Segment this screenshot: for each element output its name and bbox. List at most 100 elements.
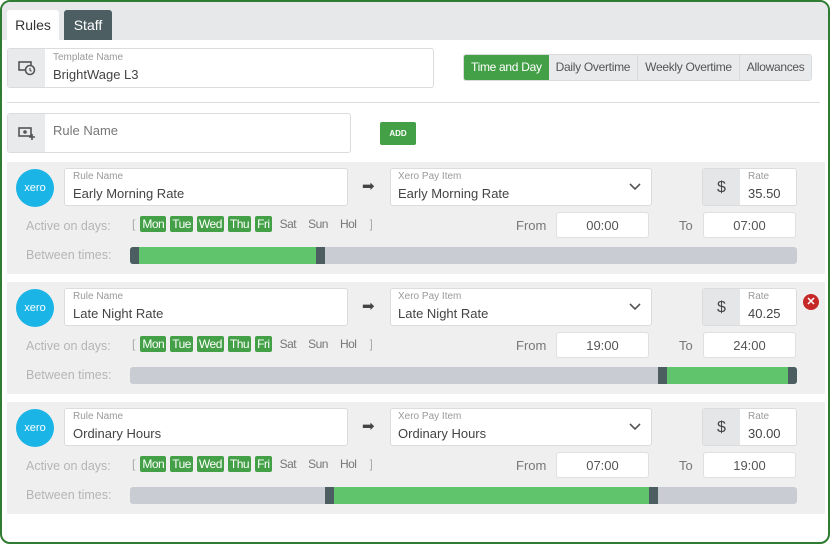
rule-card: xero Rule Name Ordinary Hours ➡ Xero Pay… bbox=[7, 402, 825, 514]
chevron-down-icon bbox=[629, 180, 641, 194]
new-rule-name-input[interactable]: Rule Name bbox=[7, 113, 351, 153]
day-toggle-hol[interactable]: Hol bbox=[336, 456, 361, 472]
day-toggle-fri[interactable]: Fri bbox=[255, 336, 272, 352]
to-time-input[interactable]: 24:00 bbox=[703, 332, 796, 358]
rate-input[interactable]: $ Rate 35.50 bbox=[702, 168, 797, 206]
day-toggle-wed[interactable]: Wed bbox=[196, 336, 224, 352]
template-name-field[interactable]: Template Name BrightWage L3 bbox=[7, 48, 434, 88]
start-handle[interactable] bbox=[130, 247, 139, 264]
from-label: From bbox=[516, 338, 547, 353]
from-time-input[interactable]: 00:00 bbox=[556, 212, 649, 238]
time-range-slider[interactable] bbox=[130, 487, 797, 504]
from-label: From bbox=[516, 218, 547, 233]
between-times-label: Between times: bbox=[26, 248, 112, 262]
rule-name-value: Early Morning Rate bbox=[73, 186, 185, 201]
rule-type-daily-overtime[interactable]: Daily Overtime bbox=[548, 55, 638, 80]
rule-name-label: Rule Name bbox=[73, 291, 124, 302]
bracket-close: ] bbox=[369, 337, 373, 351]
day-toggle-fri[interactable]: Fri bbox=[255, 456, 272, 472]
day-toggle-thu[interactable]: Thu bbox=[227, 336, 252, 352]
pay-item-label: Xero Pay Item bbox=[398, 291, 462, 302]
add-button[interactable]: ADD bbox=[380, 122, 416, 145]
pay-item-select[interactable]: Xero Pay Item Ordinary Hours bbox=[390, 408, 652, 446]
pay-item-select[interactable]: Xero Pay Item Late Night Rate bbox=[390, 288, 652, 326]
bracket-open: [ bbox=[132, 337, 136, 351]
delete-rule-icon[interactable]: ✕ bbox=[803, 294, 819, 310]
time-range-slider[interactable] bbox=[130, 247, 797, 264]
day-toggle-mon[interactable]: Mon bbox=[140, 216, 167, 232]
chevron-down-icon bbox=[629, 300, 641, 314]
tab-rules[interactable]: Rules bbox=[7, 10, 59, 40]
active-days-label: Active on days: bbox=[26, 339, 111, 353]
rule-name-input[interactable]: Rule Name Ordinary Hours bbox=[64, 408, 348, 446]
rate-label: Rate bbox=[748, 291, 770, 302]
end-handle[interactable] bbox=[315, 247, 325, 264]
day-toggle-mon[interactable]: Mon bbox=[140, 336, 167, 352]
rules-editor: Rules Staff Template Name BrightWage L3 … bbox=[0, 0, 830, 544]
day-toggle-tue[interactable]: Tue bbox=[170, 216, 193, 232]
day-toggle-sat[interactable]: Sat bbox=[276, 456, 301, 472]
rule-name-value: Late Night Rate bbox=[73, 306, 164, 321]
to-label: To bbox=[679, 218, 693, 233]
rate-value: 35.50 bbox=[748, 186, 781, 201]
to-time-input[interactable]: 07:00 bbox=[703, 212, 796, 238]
arrow-right-icon: ➡ bbox=[362, 418, 375, 435]
chevron-down-icon bbox=[629, 420, 641, 434]
rate-input[interactable]: $ Rate 40.25 bbox=[702, 288, 797, 326]
rule-type-weekly-overtime[interactable]: Weekly Overtime bbox=[637, 55, 739, 80]
pay-item-value: Ordinary Hours bbox=[398, 426, 487, 441]
day-toggle-thu[interactable]: Thu bbox=[227, 456, 252, 472]
to-time-input[interactable]: 19:00 bbox=[703, 452, 796, 478]
bracket-close: ] bbox=[369, 457, 373, 471]
day-toggles: [Mon Tue Wed Thu Fri Sat Sun Hol] bbox=[127, 456, 378, 472]
from-label: From bbox=[516, 458, 547, 473]
between-times-label: Between times: bbox=[26, 368, 112, 382]
tab-staff[interactable]: Staff bbox=[64, 10, 112, 40]
day-toggle-sun[interactable]: Sun bbox=[304, 456, 332, 472]
day-toggle-wed[interactable]: Wed bbox=[196, 216, 224, 232]
day-toggle-wed[interactable]: Wed bbox=[196, 456, 224, 472]
arrow-right-icon: ➡ bbox=[362, 178, 375, 195]
rule-card: xero Rule Name Late Night Rate ➡ Xero Pa… bbox=[7, 282, 825, 394]
end-handle[interactable] bbox=[649, 487, 659, 504]
divider bbox=[7, 102, 820, 103]
rate-label: Rate bbox=[748, 411, 770, 422]
xero-logo-icon: xero bbox=[16, 169, 54, 207]
day-toggle-hol[interactable]: Hol bbox=[336, 336, 361, 352]
start-handle[interactable] bbox=[324, 487, 334, 504]
template-name-label: Template Name bbox=[53, 52, 124, 63]
day-toggle-mon[interactable]: Mon bbox=[140, 456, 167, 472]
money-clock-icon bbox=[8, 49, 45, 87]
money-plus-icon bbox=[8, 114, 45, 152]
day-toggle-sat[interactable]: Sat bbox=[276, 216, 301, 232]
rule-name-input[interactable]: Rule Name Early Morning Rate bbox=[64, 168, 348, 206]
xero-logo-icon: xero bbox=[16, 409, 54, 447]
day-toggle-sat[interactable]: Sat bbox=[276, 336, 301, 352]
start-handle[interactable] bbox=[658, 367, 668, 384]
time-range-slider[interactable] bbox=[130, 367, 797, 384]
active-days-label: Active on days: bbox=[26, 219, 111, 233]
rate-label: Rate bbox=[748, 171, 770, 182]
bracket-close: ] bbox=[369, 217, 373, 231]
day-toggle-tue[interactable]: Tue bbox=[170, 336, 193, 352]
day-toggle-thu[interactable]: Thu bbox=[227, 216, 252, 232]
day-toggle-sun[interactable]: Sun bbox=[304, 216, 332, 232]
rule-type-allowances[interactable]: Allowances bbox=[738, 55, 812, 80]
rate-input[interactable]: $ Rate 30.00 bbox=[702, 408, 797, 446]
rule-type-time-and-day[interactable]: Time and Day bbox=[464, 55, 549, 80]
day-toggle-fri[interactable]: Fri bbox=[255, 216, 272, 232]
arrow-right-icon: ➡ bbox=[362, 298, 375, 315]
end-handle[interactable] bbox=[788, 367, 797, 384]
time-range-fill bbox=[658, 367, 797, 384]
from-time-input[interactable]: 19:00 bbox=[556, 332, 649, 358]
pay-item-select[interactable]: Xero Pay Item Early Morning Rate bbox=[390, 168, 652, 206]
day-toggle-hol[interactable]: Hol bbox=[336, 216, 361, 232]
day-toggle-tue[interactable]: Tue bbox=[170, 456, 193, 472]
currency-symbol: $ bbox=[703, 169, 740, 205]
day-toggle-sun[interactable]: Sun bbox=[304, 336, 332, 352]
time-range-fill bbox=[130, 247, 325, 264]
rule-name-input[interactable]: Rule Name Late Night Rate bbox=[64, 288, 348, 326]
pay-item-label: Xero Pay Item bbox=[398, 411, 462, 422]
currency-symbol: $ bbox=[703, 409, 740, 445]
from-time-input[interactable]: 07:00 bbox=[556, 452, 649, 478]
